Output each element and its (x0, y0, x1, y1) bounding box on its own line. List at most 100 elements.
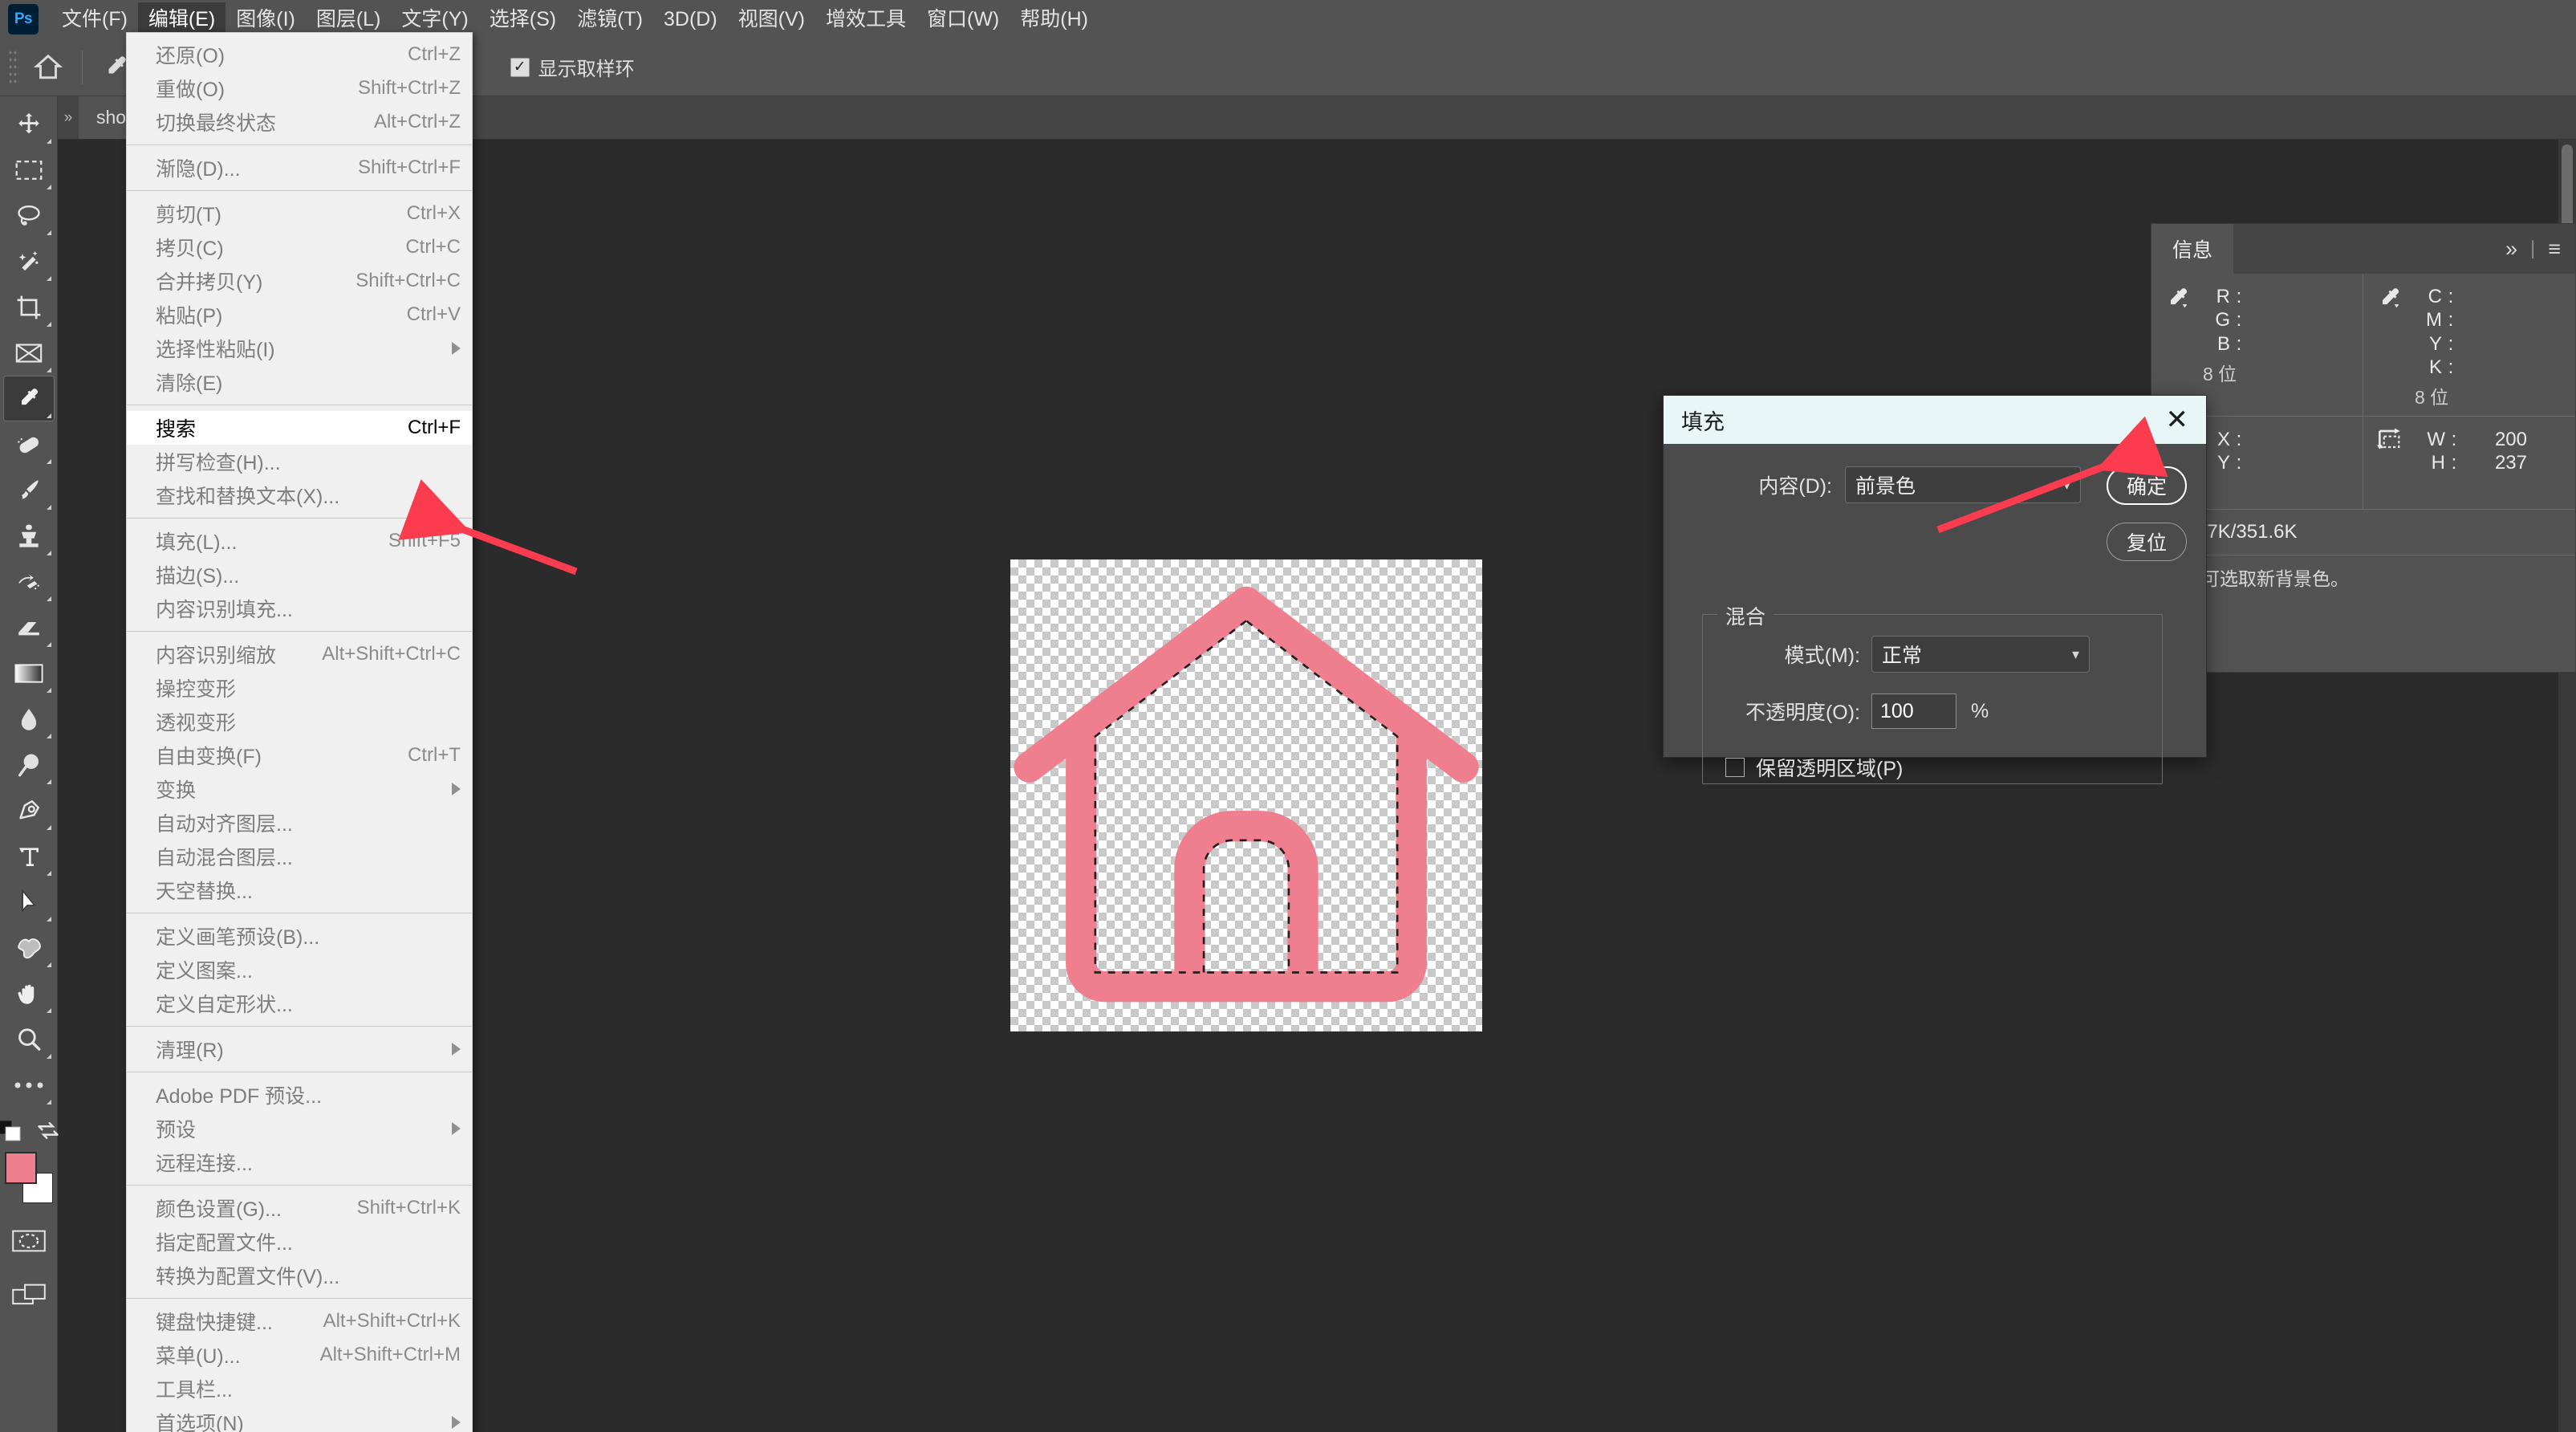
menu-3[interactable]: 图层(L) (306, 2, 392, 36)
menu-2[interactable]: 图像(I) (226, 2, 306, 36)
edit-menu-item[interactable]: 拷贝(C) Ctrl+C (127, 230, 472, 264)
preserve-transparency-checkbox[interactable]: 保留透明区域(P) (1725, 753, 2162, 782)
menu-11[interactable]: 帮助(H) (1010, 2, 1099, 36)
menu-1[interactable]: 编辑(E) (137, 2, 226, 36)
edit-menu-item[interactable]: 剪切(T) Ctrl+X (127, 197, 472, 230)
tool-crop[interactable] (3, 284, 55, 330)
expand-panel-icon[interactable]: » (2505, 237, 2517, 262)
tool-spot-healing-brush[interactable] (3, 421, 55, 467)
tool-horizontal-type[interactable] (3, 833, 55, 879)
tool-eyedropper[interactable] (2, 376, 55, 421)
edit-menu-item[interactable]: 定义自定形状... (127, 987, 472, 1020)
tool-blur[interactable] (3, 696, 55, 742)
menu-8[interactable]: 视图(V) (728, 2, 815, 36)
edit-menu-item[interactable]: 内容识别填充... (127, 592, 472, 625)
edit-menu-item[interactable]: 内容识别缩放 Alt+Shift+Ctrl+C (127, 637, 472, 671)
edit-menu-item[interactable]: 透视变形 (127, 705, 472, 738)
edit-menu-item[interactable]: 指定配置文件... (127, 1225, 472, 1259)
edit-menu-item[interactable]: Adobe PDF 预设... (127, 1078, 472, 1112)
options-bar-grip[interactable] (8, 48, 19, 86)
opacity-input[interactable]: 100 (1871, 694, 1956, 729)
edit-menu-item[interactable]: 定义图案... (127, 953, 472, 987)
edit-menu-item[interactable]: 首选项(N) (127, 1406, 472, 1432)
edit-menu-item[interactable]: 填充(L)... Shift+F5 (127, 524, 472, 558)
size-values: W:200 H:237 (2418, 428, 2527, 475)
edit-menu-item[interactable]: 重做(O) Shift+Ctrl+Z (127, 71, 472, 105)
edit-menu-item[interactable]: 天空替换... (127, 873, 472, 907)
edit-menu-item[interactable]: 变换 (127, 772, 472, 806)
panel-menu-icon[interactable]: ≡ (2548, 237, 2561, 262)
tool-brush[interactable] (3, 467, 55, 513)
screen-mode-toggle[interactable] (3, 1271, 55, 1317)
edit-menu-item[interactable]: 转换为配置文件(V)... (127, 1259, 472, 1292)
tool-move[interactable] (3, 101, 55, 147)
home-icon[interactable] (26, 45, 71, 90)
swap-colors-icon[interactable] (36, 1121, 60, 1147)
tab-info[interactable]: 信息 (2151, 224, 2234, 274)
menu-10[interactable]: 窗口(W) (916, 2, 1010, 36)
tool-dodge[interactable] (3, 742, 55, 787)
edit-menu-item[interactable]: 合并拷贝(Y) Shift+Ctrl+C (127, 264, 472, 298)
edit-menu-item[interactable]: 选择性粘贴(I) (127, 332, 472, 365)
edit-menu-item[interactable]: 键盘快捷键... Alt+Shift+Ctrl+K (127, 1304, 472, 1338)
edit-menu-item[interactable]: 操控变形 (127, 671, 472, 705)
tool-hand[interactable] (3, 970, 55, 1016)
tool-custom-shape[interactable] (3, 925, 55, 970)
edit-menu-item[interactable]: 工具栏... (127, 1372, 472, 1406)
edit-menu-item[interactable]: 渐隐(D)... Shift+Ctrl+F (127, 151, 472, 185)
tool-lasso[interactable] (3, 193, 55, 238)
menu-label: 文件(F) (62, 8, 128, 31)
tool-zoom[interactable] (3, 1016, 55, 1062)
tool-clone-stamp[interactable] (3, 513, 55, 559)
edit-menu-item[interactable]: 还原(O) Ctrl+Z (127, 38, 472, 71)
edit-menu-item[interactable]: 定义画笔预设(B)... (127, 919, 472, 953)
quick-mask-toggle[interactable] (3, 1218, 55, 1263)
edit-menu-item[interactable]: 自动混合图层... (127, 840, 472, 873)
mode-select[interactable]: 正常 ▾ (1871, 636, 2090, 673)
menu-4[interactable]: 文字(Y) (391, 2, 478, 36)
edit-menu-item[interactable]: 远程连接... (127, 1145, 472, 1179)
close-icon[interactable]: ✕ (2166, 406, 2189, 433)
reset-button[interactable]: 复位 (2107, 523, 2187, 561)
tool-path-selection[interactable] (3, 879, 55, 925)
ok-button[interactable]: 确定 (2107, 466, 2187, 505)
tool-edit-toolbar-more[interactable] (3, 1062, 55, 1108)
tool-pen[interactable] (3, 787, 55, 833)
content-select[interactable]: 前景色 ▾ (1845, 466, 2081, 503)
menu-6[interactable]: 滤镜(T) (567, 2, 653, 36)
edit-menu-dropdown[interactable]: 还原(O) Ctrl+Z 重做(O) Shift+Ctrl+Z 切换最终状态 Alt+Ct… (126, 32, 473, 1432)
edit-menu-item[interactable]: 描边(S)... (127, 558, 472, 592)
show-sampling-ring-checkbox[interactable]: ✓ 显示取样环 (510, 53, 635, 81)
edit-menu-item[interactable]: 菜单(U)... Alt+Shift+Ctrl+M (127, 1338, 472, 1372)
artboard-transparent-checker[interactable] (1010, 559, 1482, 1031)
tool-eraser[interactable] (3, 604, 55, 650)
tool-history-brush[interactable] (3, 559, 55, 604)
edit-menu-item[interactable]: 清除(E) (127, 365, 472, 399)
edit-menu-item[interactable]: 自动对齐图层... (127, 806, 472, 840)
edit-menu-item[interactable]: 预设 (127, 1112, 472, 1145)
opacity-row: 不透明度(O): 100 % (1703, 694, 2162, 729)
foreground-color-swatch[interactable] (4, 1152, 37, 1184)
edit-menu-item[interactable]: 颜色设置(G)... Shift+Ctrl+K (127, 1191, 472, 1225)
edit-menu-item[interactable]: 搜索 Ctrl+F (127, 411, 472, 445)
tool-gradient[interactable] (3, 650, 55, 696)
tool-frame[interactable] (3, 330, 55, 376)
fill-dialog[interactable]: 填充 ✕ 内容(D): 前景色 ▾ 确定 复位 混合 模式(M): 正常 ▾ 不… (1663, 395, 2207, 784)
menu-9[interactable]: 增效工具 (815, 2, 916, 36)
edit-menu-item[interactable]: 粘贴(P) Ctrl+V (127, 298, 472, 332)
tab-scroll-arrows-icon[interactable]: » (58, 96, 79, 139)
edit-menu-item[interactable]: 切换最终状态 Alt+Ctrl+Z (127, 105, 472, 139)
edit-menu-item[interactable]: 清理(R) (127, 1032, 472, 1066)
menu-0[interactable]: 文件(F) (51, 2, 138, 36)
edit-menu-item[interactable]: 拼写检查(H)... (127, 445, 472, 478)
default-colors-icon[interactable] (0, 1121, 22, 1147)
tool-rectangular-marquee[interactable] (3, 147, 55, 193)
tool-object-selection[interactable] (3, 238, 55, 284)
edit-menu-item-label: 变换 (156, 779, 197, 802)
edit-menu-item[interactable]: 自由变换(F) Ctrl+T (127, 738, 472, 772)
menu-5[interactable]: 选择(S) (479, 2, 567, 36)
edit-menu-item[interactable]: 查找和替换文本(X)... (127, 478, 472, 512)
photoshop-window: Ps 文件(F) 编辑(E) 图像(I) 图层(L) 文字(Y) 选择(S) 滤镜(T) 3D… (0, 0, 2576, 1432)
edit-menu-item-label: 查找和替换文本(X)... (156, 486, 340, 508)
menu-7[interactable]: 3D(D) (653, 2, 728, 36)
